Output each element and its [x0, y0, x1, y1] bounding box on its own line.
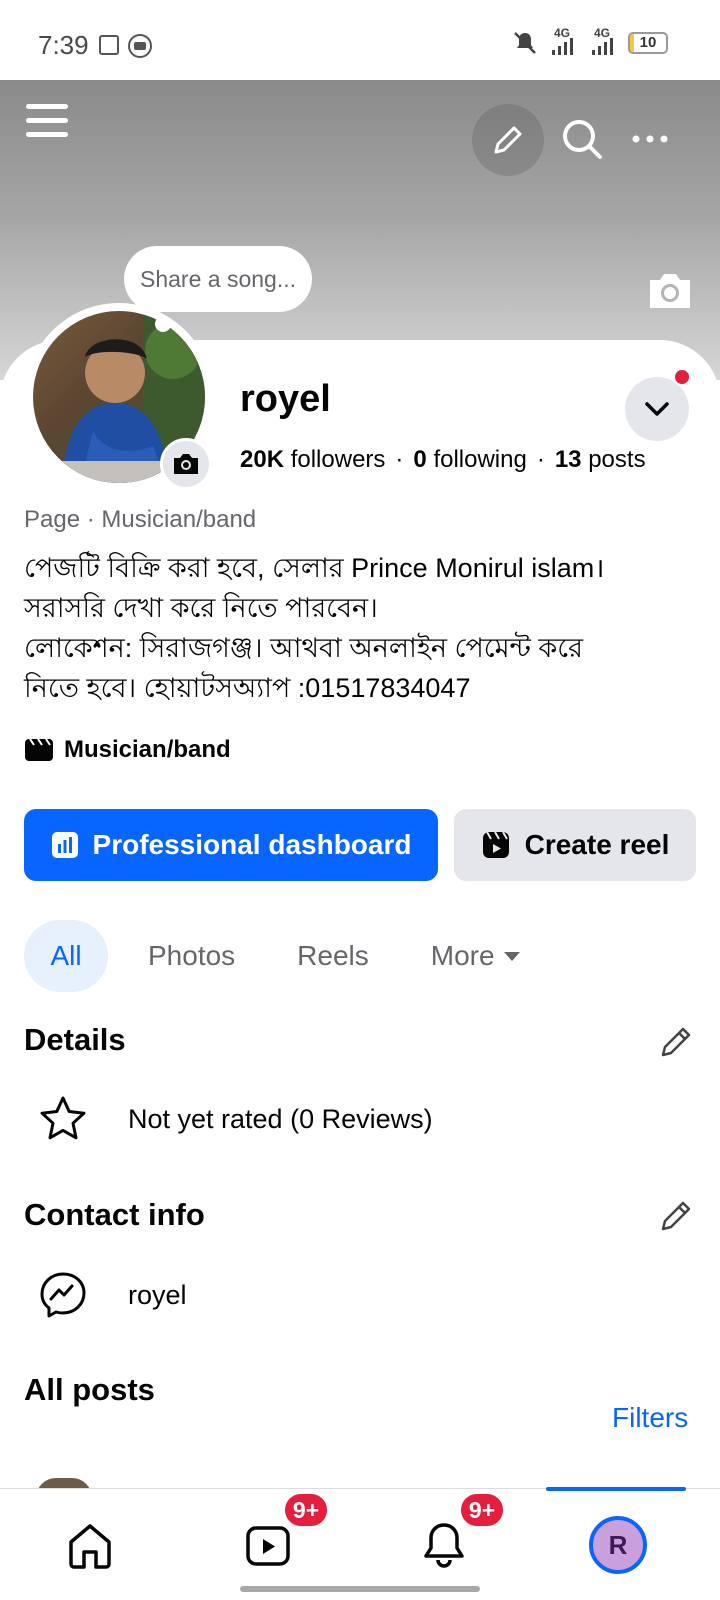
following-count[interactable]: 0 [413, 446, 426, 473]
edit-contact-pencil-icon[interactable] [658, 1198, 694, 1234]
reel-icon [482, 831, 509, 858]
filters-link[interactable]: Filters [612, 1402, 688, 1434]
bell-icon [424, 1523, 464, 1568]
rating-row: Not yet rated (0 Reviews) [38, 1094, 433, 1144]
mute-bell-icon [514, 32, 536, 54]
rating-text: Not yet rated (0 Reviews) [128, 1103, 433, 1134]
bio-line: লোকেশন: সিরাজগঞ্জ। আথবা অনলাইন পেমেন্ট ক… [24, 633, 583, 663]
create-reel-label: Create reel [524, 829, 670, 860]
tab-all[interactable]: All [24, 920, 108, 992]
chevron-down-icon [645, 402, 669, 416]
search-icon[interactable] [560, 117, 604, 161]
page-category-line: Page · Musician/band [24, 506, 257, 533]
avatar-camera-button[interactable] [160, 438, 212, 490]
status-system-icons: 4G 4G 10 [512, 26, 668, 56]
pencil-icon [494, 126, 522, 154]
profile-switch-button[interactable] [625, 377, 689, 441]
home-icon [69, 1524, 111, 1569]
notification-dot [673, 368, 691, 386]
category-row: Musician/band [24, 736, 231, 764]
active-tab-indicator [546, 1487, 686, 1491]
share-song-bubble[interactable]: Share a song... [124, 246, 312, 312]
messenger-name: royel [128, 1279, 187, 1310]
profile-bio: পেজটি বিক্রি করা হবে, সেলার Prince Monir… [24, 548, 700, 708]
battery-level: 10 [639, 34, 657, 51]
followers-label[interactable]: followers [291, 446, 386, 473]
followers-count[interactable]: 20K [240, 446, 284, 473]
tab-more[interactable]: More [409, 920, 543, 992]
status-notification-icons [97, 33, 153, 59]
menu-icon[interactable] [24, 98, 70, 144]
dashboard-chart-icon [51, 832, 78, 858]
following-label[interactable]: following [433, 446, 526, 473]
video-icon [246, 1526, 290, 1566]
all-posts-title: All posts [24, 1372, 155, 1407]
profile-stats: 20K followers · 0 following · 13 posts [240, 446, 646, 474]
status-time: 7:39 [38, 30, 89, 60]
system-home-indicator[interactable] [240, 1586, 480, 1592]
nav-notifications[interactable]: 9+ [412, 1491, 506, 1577]
contact-info-title: Contact info [24, 1197, 205, 1232]
nav-profile[interactable]: R [586, 1513, 650, 1577]
tab-reels[interactable]: Reels [275, 920, 391, 992]
nav-home[interactable] [58, 1513, 122, 1577]
messenger-icon [40, 1272, 86, 1318]
create-reel-button[interactable]: Create reel [454, 809, 696, 881]
video-badge: 9+ [282, 1491, 330, 1529]
profile-tabs: All Photos Reels More [24, 920, 543, 992]
bottom-navigation: 9+ 9+ R [0, 1487, 720, 1600]
category-label: Musician/band [64, 736, 231, 763]
edit-profile-button[interactable] [472, 104, 544, 176]
edit-details-pencil-icon[interactable] [658, 1024, 694, 1060]
details-title: Details [24, 1022, 126, 1057]
tab-more-label: More [430, 940, 495, 971]
signal-1: 4G [548, 26, 578, 56]
battery-icon: 10 [628, 32, 668, 54]
nav-video[interactable]: 9+ [236, 1491, 330, 1577]
messenger-row[interactable]: royel [38, 1270, 187, 1320]
bio-line: সরাসরি দেখা করে নিতে পারবেন। [24, 593, 378, 623]
professional-dashboard-label: Professional dashboard [92, 829, 412, 860]
network-type-1: 4G [554, 26, 571, 40]
stat-separator: · [395, 446, 404, 473]
bio-line: পেজটি বিক্রি করা হবে, সেলার Prince Monir… [24, 553, 605, 583]
network-type-2: 4G [594, 26, 611, 40]
posts-count: 13 [554, 446, 582, 473]
stat-separator: · [536, 446, 545, 473]
posts-label: posts [588, 446, 646, 473]
caret-down-icon [503, 952, 520, 961]
signal-2: 4G [588, 26, 618, 56]
screenshot-icon [99, 35, 119, 55]
clapperboard-icon [25, 738, 53, 761]
tab-photos[interactable]: Photos [126, 920, 257, 992]
profile-name: royel [240, 378, 331, 420]
status-bar: 7:39 4G 4G 10 [0, 0, 720, 80]
notifications-badge: 9+ [458, 1491, 506, 1529]
professional-dashboard-button[interactable]: Professional dashboard [24, 809, 438, 881]
bio-line: নিতে হবে। হোয়াটসঅ্যাপ :01517834047 [24, 673, 471, 703]
cover-camera-icon[interactable] [646, 270, 694, 310]
profile-avatar-small: R [589, 1516, 647, 1574]
more-options-icon[interactable] [630, 127, 670, 151]
bubble-tail [155, 316, 171, 332]
camera-icon [174, 454, 198, 474]
star-icon [40, 1096, 86, 1140]
media-icon [128, 34, 152, 58]
